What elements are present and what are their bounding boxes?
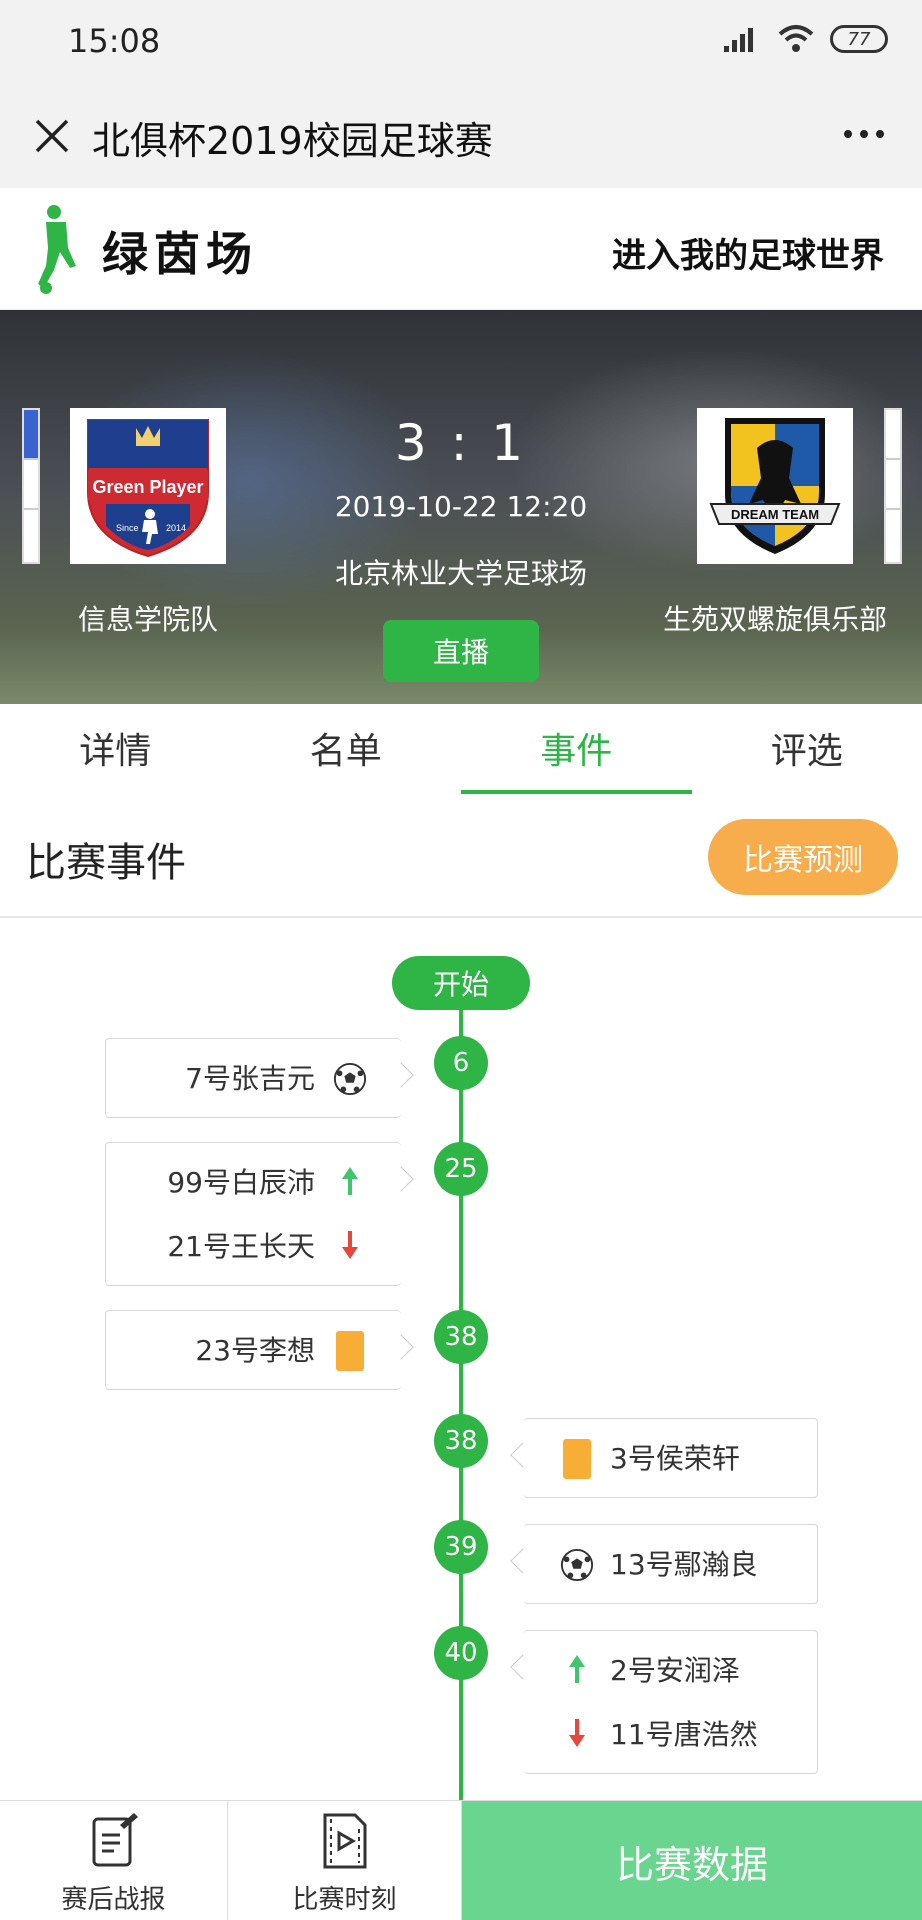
- wifi-icon: [778, 25, 814, 52]
- event-player: 99号白辰沛: [167, 1166, 315, 1199]
- yellow-card-icon: [560, 1439, 594, 1479]
- yellow-card-icon: [333, 1331, 367, 1371]
- event-player: 23号李想: [195, 1334, 315, 1367]
- nav-bar: 北俱杯2019校园足球赛: [0, 84, 922, 188]
- moments-label: 比赛时刻: [292, 1885, 397, 1915]
- close-icon: [35, 119, 69, 153]
- match-predict-button[interactable]: 比赛预测: [708, 819, 898, 895]
- brand-slogan: 进入我的足球世界: [612, 236, 884, 276]
- close-button[interactable]: [26, 110, 78, 162]
- event-minute-badge: 38: [434, 1414, 488, 1468]
- event-timeline: 开始 6 7号张吉元 25 99号白辰沛 21号王长天 38 23号李想 38 …: [0, 918, 922, 1800]
- match-datetime: 2019-10-22 12:20: [334, 490, 588, 523]
- event-player: 11号唐浩然: [610, 1718, 758, 1751]
- system-icons: 77: [722, 24, 888, 54]
- event-card[interactable]: 3号侯荣轩: [524, 1418, 818, 1498]
- sub-in-arrow-icon: [333, 1161, 367, 1201]
- sub-in-arrow-icon: [560, 1649, 594, 1689]
- soccer-ball-icon: [560, 1545, 594, 1585]
- sub-out-arrow-icon: [560, 1713, 594, 1753]
- video-file-icon: [323, 1813, 366, 1869]
- status-time: 15:08: [68, 22, 161, 60]
- signal-icon: [724, 28, 753, 52]
- match-score: 3 : 1: [394, 414, 528, 472]
- home-badge-since: Since: [116, 523, 139, 533]
- timeline-start-marker: 开始: [392, 956, 530, 1010]
- soccer-ball-icon: [333, 1059, 367, 1099]
- report-label: 赛后战报: [61, 1885, 166, 1915]
- event-player: 21号王长天: [167, 1230, 315, 1263]
- player-logo-icon: [38, 205, 76, 294]
- match-moments-button[interactable]: 比赛时刻: [228, 1801, 462, 1920]
- event-card[interactable]: 2号安润泽 11号唐浩然: [524, 1630, 818, 1774]
- event-card[interactable]: 23号李想: [105, 1310, 401, 1390]
- tab-events[interactable]: 事件: [461, 704, 692, 794]
- more-menu-button[interactable]: [836, 108, 892, 160]
- away-team-name[interactable]: 生苑双螺旋俱乐部: [655, 598, 895, 638]
- section-title: 比赛事件: [26, 840, 186, 886]
- report-edit-icon: [92, 1813, 138, 1867]
- event-card[interactable]: 13号鄢瀚良: [524, 1524, 818, 1604]
- tab-details[interactable]: 详情: [0, 704, 231, 794]
- home-badge-year: 2014: [166, 523, 186, 533]
- brand-header: 绿茵场 进入我的足球世界: [0, 188, 922, 310]
- live-button[interactable]: 直播: [383, 620, 539, 682]
- page-title: 北俱杯2019校园足球赛: [92, 119, 493, 163]
- more-dot-icon: [876, 130, 884, 138]
- battery-indicator: 77: [830, 25, 888, 53]
- sub-out-arrow-icon: [333, 1225, 367, 1265]
- event-player: 3号侯荣轩: [610, 1442, 740, 1475]
- post-match-report-button[interactable]: 赛后战报: [0, 1801, 228, 1920]
- bottom-action-bar: 赛后战报 比赛时刻 比赛数据: [0, 1800, 922, 1920]
- status-bar: 15:08 77: [0, 0, 922, 84]
- event-minute-badge: 40: [434, 1626, 488, 1680]
- brand-logo-text: 绿茵场: [102, 227, 258, 281]
- more-dot-icon: [844, 130, 852, 138]
- match-hero: Green Player Since 2014 DREAM TEAM 信息学院队…: [0, 310, 922, 704]
- event-minute-badge: 25: [434, 1142, 488, 1196]
- event-minute-badge: 6: [434, 1036, 488, 1090]
- match-venue: 北京林业大学足球场: [334, 557, 587, 590]
- event-player: 2号安润泽: [610, 1654, 740, 1687]
- events-section-header: 比赛事件 比赛预测: [0, 794, 922, 918]
- more-dot-icon: [860, 130, 868, 138]
- tab-voting[interactable]: 评选: [692, 704, 922, 794]
- home-team-name[interactable]: 信息学院队: [28, 598, 268, 638]
- match-data-button[interactable]: 比赛数据: [462, 1801, 922, 1920]
- tab-roster[interactable]: 名单: [231, 704, 462, 794]
- event-card[interactable]: 7号张吉元: [105, 1038, 401, 1118]
- event-player: 13号鄢瀚良: [610, 1548, 758, 1581]
- event-player: 7号张吉元: [185, 1062, 315, 1095]
- event-minute-badge: 38: [434, 1310, 488, 1364]
- event-minute-badge: 39: [434, 1520, 488, 1574]
- event-card[interactable]: 99号白辰沛 21号王长天: [105, 1142, 401, 1286]
- tab-bar: 详情 名单 事件 评选: [0, 704, 922, 794]
